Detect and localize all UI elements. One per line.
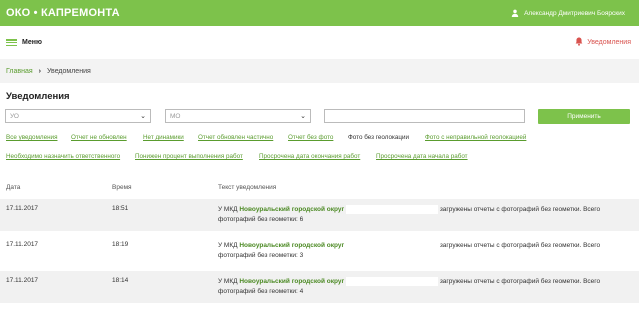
row-suffix: загружены отчеты с фотографий без геомет… (439, 278, 601, 286)
row-org-link[interactable]: Новоуральский городской округ (239, 242, 344, 249)
filter-link-all[interactable]: Все уведомления (6, 134, 57, 141)
search-input[interactable] (324, 109, 525, 123)
notifications-button[interactable]: Уведомления (575, 37, 631, 48)
breadcrumb-current: Уведомления (47, 67, 91, 75)
uo-select-value: УО (10, 112, 19, 120)
row-time: 18:14 (112, 277, 129, 284)
row-line2: фотографий без геометки: 3 (218, 251, 304, 259)
top-bar: ОКО • КАПРЕМОНТА Александр Дмитриевич Бо… (0, 0, 639, 26)
filter-link-partially-updated[interactable]: Отчет обновлен частично (198, 134, 273, 141)
row-suffix: загружены отчеты с фотографий без геомет… (439, 206, 601, 214)
filter-link-progress-decreased[interactable]: Понижен процент выполнения работ (135, 153, 243, 160)
row-time: 18:51 (112, 205, 129, 212)
filter-link-no-photo[interactable]: Отчет без фото (288, 134, 333, 141)
row-line2: фотографий без геометки: 6 (218, 215, 304, 223)
user-name: Александр Дмитриевич Боярских (524, 9, 625, 17)
row-suffix: загружены отчеты с фотографий без геомет… (439, 242, 601, 250)
filter-link-assign-responsible[interactable]: Необходимо назначить ответственного (6, 153, 120, 160)
brand-logo[interactable]: ОКО • КАПРЕМОНТА (6, 7, 120, 19)
row-org-link[interactable]: Новоуральский городской округ (239, 206, 344, 213)
column-text: Текст уведомления (218, 184, 277, 191)
menu-label: Меню (22, 39, 42, 46)
row-prefix: У МКД (218, 206, 238, 214)
row-org-link[interactable]: Новоуральский городской округ (239, 278, 344, 285)
row-text: У МКД Новоуральский городской округ загр… (218, 277, 623, 296)
table-header: Дата Время Текст уведомления (0, 177, 639, 199)
menu-button[interactable]: Меню (6, 39, 42, 46)
breadcrumb-home[interactable]: Главная (6, 68, 33, 75)
redacted-address (346, 205, 439, 214)
row-date: 17.11.2017 (6, 277, 39, 284)
filter-link-wrong-geolocation[interactable]: Фото с неправильной геолокацией (425, 134, 526, 141)
row-time: 18:19 (112, 241, 129, 248)
table-row[interactable]: 17.11.2017 18:19 У МКД Новоуральский гор… (0, 235, 639, 267)
row-text: У МКД Новоуральский городской округ загр… (218, 241, 623, 260)
mo-select-value: МО (170, 112, 181, 120)
notifications-label: Уведомления (587, 39, 631, 46)
filter-link-no-geolocation[interactable]: Фото без геолокации (348, 134, 409, 141)
column-date: Дата (6, 184, 21, 191)
table-row[interactable]: 17.11.2017 18:14 У МКД Новоуральский гор… (0, 271, 639, 303)
filter-link-not-updated[interactable]: Отчет не обновлен (71, 134, 127, 141)
row-date: 17.11.2017 (6, 205, 39, 212)
filter-link-start-date-overdue[interactable]: Просрочена дата начала работ (376, 153, 468, 160)
redacted-address (346, 277, 439, 286)
chevron-down-icon: ⌄ (300, 113, 306, 120)
chevron-down-icon: ⌄ (140, 113, 146, 120)
hamburger-icon (6, 39, 17, 46)
mo-select[interactable]: МО ⌄ (165, 109, 311, 123)
row-prefix: У МКД (218, 242, 238, 250)
user-icon (511, 9, 519, 17)
row-text: У МКД Новоуральский городской округ загр… (218, 205, 623, 224)
row-line2: фотографий без геометки: 4 (218, 287, 304, 295)
user-menu[interactable]: Александр Дмитриевич Боярских (511, 9, 625, 17)
apply-button[interactable]: Применить (538, 109, 630, 124)
menu-bar: Меню Уведомления (0, 26, 639, 59)
filter-link-end-date-overdue[interactable]: Просрочена дата окончания работ (259, 153, 360, 160)
table-row[interactable]: 17.11.2017 18:51 У МКД Новоуральский гор… (0, 199, 639, 231)
page-title: Уведомления (6, 91, 70, 102)
bell-icon (575, 37, 583, 48)
column-time: Время (112, 184, 132, 191)
redacted-address (346, 241, 439, 250)
chevron-right-icon: › (38, 67, 41, 75)
row-date: 17.11.2017 (6, 241, 39, 248)
row-prefix: У МКД (218, 278, 238, 286)
uo-select[interactable]: УО ⌄ (5, 109, 151, 123)
filter-link-no-dynamics[interactable]: Нет динамики (143, 134, 184, 141)
breadcrumb: Главная › Уведомления (0, 59, 639, 83)
